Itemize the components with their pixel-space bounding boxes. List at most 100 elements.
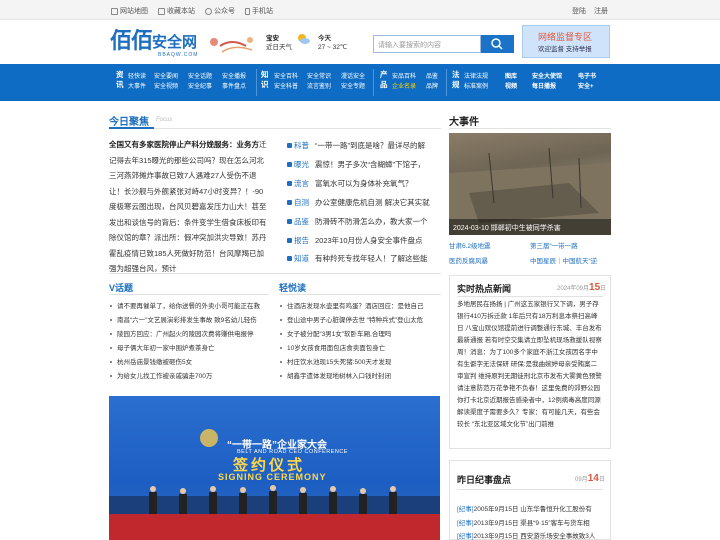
nav-divider	[256, 69, 257, 96]
festival-art-icon	[210, 37, 253, 53]
nav-item[interactable]: 企业名录	[392, 83, 416, 91]
wechat-icon	[205, 7, 212, 15]
list-item[interactable]: 为给女儿找工作被亲戚骗走700万	[110, 370, 272, 384]
nav-item[interactable]: 漫话安全	[341, 73, 365, 81]
list-item[interactable]: 村庄饮水池现15头死猪:500天才发现	[280, 356, 442, 370]
jishi-row[interactable]: [纪事]2005年9月15日 山东华鲁恒升化工股份有	[457, 503, 592, 513]
login-link[interactable]: 登陆	[572, 6, 586, 16]
nav-group-regulations: 法规 法律法规 图库 安全大使馆 电子书 标准案例 视频 每日播报 安全+	[452, 70, 597, 91]
cat-item[interactable]: 流言 富氧水可以为身体补充氧气？	[287, 177, 413, 189]
jishi-row[interactable]: [纪事]2013年9月15日 渠县“9·15”客车与货车相	[457, 517, 590, 527]
bigevent-link[interactable]: 甘肃6.2级地震	[449, 240, 491, 250]
nav-item[interactable]: 安全纪事	[188, 83, 212, 91]
register-link[interactable]: 注册	[594, 6, 608, 16]
list-item[interactable]: 请不要再催单了，给你送餐的外卖小哥可能正在救	[110, 300, 272, 314]
nav-item[interactable]: 大事件	[128, 83, 146, 91]
cat-item[interactable]: 曝光 震惊！男子多次“含糊蟑”下馆子，	[287, 158, 425, 170]
nav-item[interactable]: 流言鉴别	[307, 83, 331, 91]
list-item[interactable]: 10岁女孩食用面包店食卖面包身亡	[280, 342, 442, 356]
bigevent-link[interactable]: 医药反腐风暴	[449, 255, 488, 265]
vtopic-divider	[109, 294, 269, 295]
list-item[interactable]: 陵园方回应：广州起火的陵园次费将赚供电报停	[110, 328, 272, 342]
cat-item[interactable]: 知道 有种羚死专找年轻人！了解这些能	[287, 252, 428, 264]
nav-item[interactable]: 品牌	[426, 83, 438, 91]
nav-item[interactable]: 电子书	[578, 73, 596, 81]
nav-item[interactable]: 安全常识	[307, 73, 331, 81]
nav-item[interactable]: 安品百科	[392, 73, 416, 81]
bigevent-title: 大事件	[449, 117, 479, 128]
hotnews-date: 2024年09月15日	[557, 282, 607, 293]
sitemap-link[interactable]: 网站地图	[111, 6, 148, 16]
list-item[interactable]: 女子被分配“3男1女”软卧车厢,合理吗	[280, 328, 442, 342]
nav-group-news: 资讯 轻快读 安全要闻 安全话题 安全播报 大事件 安全视频 安全纪事 事件盘点	[116, 70, 247, 91]
cat-item[interactable]: 品鉴 防滑砖不防滑怎么办，教大家一个	[287, 215, 428, 227]
search-button[interactable]	[481, 35, 514, 53]
conference-photo[interactable]: “一带一路”企业家大会 BELT AND ROAD CEO CONFERENCE…	[109, 396, 440, 540]
nav-item[interactable]: 轻快读	[128, 73, 146, 81]
bigevent-divider	[449, 128, 611, 129]
nav-item[interactable]: 安全视频	[154, 83, 178, 91]
weather-location: 宝安 近日天气	[266, 35, 292, 51]
nav-item[interactable]: 安全科普	[274, 83, 298, 91]
cat-item[interactable]: 自测 办公室健康危机自测 解决它其实就	[287, 196, 430, 208]
nav-item[interactable]: 每日播报	[532, 83, 556, 91]
eye-icon	[287, 161, 292, 167]
sitemap-icon	[111, 7, 118, 15]
nav-item[interactable]: 图库	[505, 73, 517, 81]
bigevent-link[interactable]: 第三届“一带一路	[530, 240, 578, 250]
nav-item[interactable]: 视频	[505, 83, 517, 91]
search-input[interactable]: 请输入要搜索的内容	[373, 35, 481, 53]
nav-item[interactable]: 安全播报	[222, 73, 246, 81]
cat-item[interactable]: 报告 2023年10月份人身安全事件盘点	[287, 234, 423, 246]
mobile-link[interactable]: 手机站	[245, 6, 273, 16]
nav-item[interactable]: 安全话题	[188, 73, 212, 81]
cat-item[interactable]: 科普 “一带一路”到底是啥？最详尽的解	[287, 139, 425, 151]
site-header: 佰佰 安全网 BBAQW.COM 宝安 近日天气 今天 27 ~ 32℃ 请输入…	[0, 20, 720, 64]
nav-item[interactable]: 安全专题	[341, 83, 365, 91]
nav-item[interactable]: 事件盘点	[222, 83, 246, 91]
rumor-icon	[287, 180, 292, 186]
bigevent-caption: 2024-03-10 邯郸初中生被同学杀害	[449, 219, 611, 235]
vtopic-list: 请不要再催单了，给你送餐的外卖小哥可能正在救 南昌“六一”文艺展演彩排发生事故 …	[110, 300, 272, 384]
focus-title: 今日聚焦	[109, 117, 149, 128]
light-list: 住酒店发现水壶里有鸡蛋？酒店回应：是他自己 登山途中男子心脏骤停去世 “特种兵式…	[280, 300, 442, 384]
list-item[interactable]: 南昌“六一”文艺展演彩排发生事故 致9名幼儿轻伤	[110, 314, 272, 328]
bigevent-link[interactable]: 中国星辰｜中国航天“逆	[530, 255, 597, 265]
top-links: 网站地图 收藏本站 公众号 手机站	[111, 6, 273, 16]
mobile-icon	[245, 7, 250, 15]
focus-badge: Focus	[156, 117, 173, 123]
wechat-link[interactable]: 公众号	[205, 6, 235, 16]
hotnews-text[interactable]: 多地居民在扬扬 | 广州这五家银行又下调，男子存银行410万拆迁款 1年后只有1…	[457, 299, 603, 445]
nav-group-knowledge: 知识 安全百科 安全常识 漫话安全 安全科普 流言鉴别 安全专题	[261, 70, 366, 91]
focus-underline	[109, 127, 154, 129]
jishi-divider	[457, 489, 603, 490]
list-item[interactable]: 母子俩大年初一家中围炉煮茶身亡	[110, 342, 272, 356]
focus-headlines[interactable]: 全国又有多家医院停止产科分娩服务：业务方迁记得去年315曝光的那些公司吗？现在怎…	[109, 137, 269, 277]
nav-item[interactable]: 品鉴	[426, 73, 438, 81]
info-icon	[287, 255, 292, 261]
bigevent-image[interactable]: 2024-03-10 邯郸初中生被同学杀害	[449, 133, 611, 235]
list-item[interactable]: 登山途中男子心脏骤停去世 “特种兵式”登山太危	[280, 314, 442, 328]
nav-item[interactable]: 安全大使馆	[532, 73, 562, 81]
nav-item[interactable]: 标准案例	[464, 83, 488, 91]
nav-item[interactable]: 安全百科	[274, 73, 298, 81]
report-icon	[287, 237, 292, 243]
flask-icon	[287, 142, 292, 148]
nav-item[interactable]: 法律法规	[464, 73, 488, 81]
list-item[interactable]: 住酒店发现水壶里有鸡蛋？酒店回应：是他自己	[280, 300, 442, 314]
focus-divider	[109, 128, 441, 129]
supervision-banner[interactable]: 网络监督专区 欢迎监督 支持举报	[522, 25, 610, 58]
nav-item[interactable]: 安全+	[578, 83, 594, 91]
jishi-row[interactable]: [纪事]2013年9月15日 西安游乐场安全事故致3人	[457, 530, 595, 540]
weather-today: 今天 27 ~ 32℃	[318, 35, 348, 51]
site-logo[interactable]: 佰佰 安全网 BBAQW.COM	[110, 30, 197, 59]
light-divider	[279, 294, 441, 295]
bookmark-link[interactable]: 收藏本站	[158, 6, 195, 16]
jishi-date: 09月14日	[575, 473, 605, 484]
list-item[interactable]: 胡鑫宇遗体发现地树林入口钱时封闭	[280, 370, 442, 384]
list-item[interactable]: 杭州岳庙景钱缴被砸伤5女	[110, 356, 272, 370]
search-icon	[491, 38, 503, 50]
main-nav: 资讯 轻快读 安全要闻 安全话题 安全播报 大事件 安全视频 安全纪事 事件盘点…	[0, 64, 720, 101]
hotnews-title: 实时热点新闻	[457, 284, 512, 294]
nav-item[interactable]: 安全要闻	[154, 73, 178, 81]
